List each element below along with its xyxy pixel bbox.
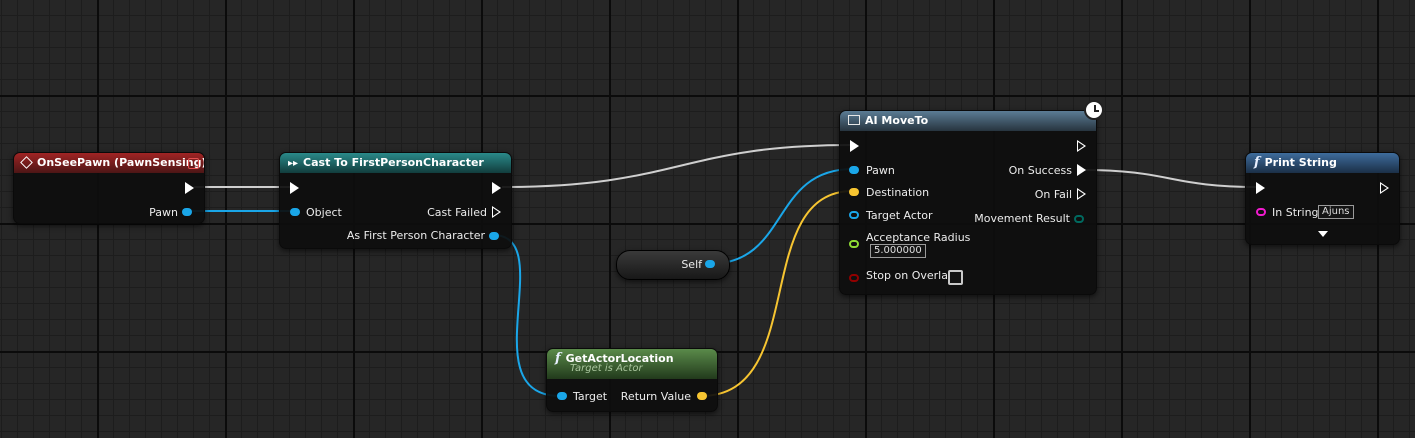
print-string-title: Print String: [1264, 156, 1337, 169]
ai-move-to-title: AI MoveTo: [865, 114, 929, 127]
expand-arrow-icon[interactable]: [1318, 231, 1328, 237]
print-string-node[interactable]: f Print String In String Ajuns: [1245, 152, 1400, 245]
self-label: Self: [681, 258, 702, 271]
ai-move-to-destination-pin[interactable]: [849, 188, 859, 196]
on-see-pawn-exec-out-pin[interactable]: [185, 182, 194, 194]
cast-as-fpc-label: As First Person Character: [346, 229, 485, 242]
on-see-pawn-title: OnSeePawn (PawnSensing): [37, 156, 204, 169]
delegate-pin-icon[interactable]: [188, 158, 199, 169]
cast-to-fpc-node[interactable]: ▸▸ Cast To FirstPersonCharacter Object Ca…: [279, 152, 512, 249]
ai-move-to-exec-in-pin[interactable]: [850, 140, 859, 152]
ai-move-to-exec-out-pin[interactable]: [1077, 140, 1086, 152]
cast-object-pin[interactable]: [290, 208, 300, 216]
ai-move-to-destination-label: Destination: [866, 186, 930, 199]
cast-failed-label: Cast Failed: [427, 206, 487, 219]
ai-move-to-node[interactable]: AI MoveTo Pawn On Success Destination On…: [839, 110, 1097, 295]
ai-move-to-on-success-pin[interactable]: [1077, 164, 1086, 176]
print-string-exec-out-pin[interactable]: [1380, 182, 1389, 194]
self-node[interactable]: Self: [616, 250, 730, 280]
self-output-pin[interactable]: [705, 260, 715, 268]
cast-object-label: Object: [306, 206, 342, 219]
print-string-in-string-label: In String: [1272, 206, 1319, 219]
ai-move-to-on-fail-pin[interactable]: [1077, 188, 1086, 200]
ai-move-to-header[interactable]: AI MoveTo: [840, 111, 1096, 131]
ai-move-to-acceptance-radius-label: Acceptance Radius: [866, 231, 971, 244]
cast-exec-in-pin[interactable]: [290, 182, 299, 194]
ai-move-to-movement-result-label: Movement Result: [974, 212, 1070, 225]
on-see-pawn-node[interactable]: OnSeePawn (PawnSensing) Pawn: [13, 152, 205, 224]
acceptance-radius-input[interactable]: 5.000000: [870, 244, 926, 258]
cast-failed-exec-pin[interactable]: [492, 206, 501, 218]
macro-icon: [848, 115, 860, 125]
get-actor-location-header[interactable]: f GetActorLocation Target is Actor: [547, 349, 717, 379]
print-string-header[interactable]: f Print String: [1246, 153, 1399, 173]
on-see-pawn-pawn-label: Pawn: [149, 206, 178, 219]
cast-as-fpc-pin[interactable]: [489, 232, 499, 240]
ai-move-to-on-success-label: On Success: [1008, 164, 1072, 177]
ai-move-to-pawn-pin[interactable]: [849, 166, 859, 174]
vector-wire-location-to-destination: [700, 190, 854, 397]
stop-on-overlap-checkbox[interactable]: [948, 270, 963, 285]
exec-wire-success-to-print: [1082, 169, 1259, 188]
get-actor-location-subtitle: Target is Actor: [570, 363, 643, 374]
print-string-in-string-pin[interactable]: [1256, 208, 1266, 216]
ai-move-to-target-actor-label: Target Actor: [866, 209, 933, 222]
cast-title: Cast To FirstPersonCharacter: [303, 156, 484, 169]
cast-icon: ▸▸: [288, 158, 299, 169]
ai-move-to-target-actor-pin[interactable]: [849, 211, 859, 219]
ai-move-to-stop-on-overlap-pin[interactable]: [849, 274, 859, 282]
get-actor-location-target-label: Target: [573, 390, 608, 403]
ai-move-to-stop-on-overlap-label: Stop on Overlap: [866, 269, 955, 282]
ai-move-to-acceptance-radius-pin[interactable]: [849, 240, 859, 248]
get-actor-location-node[interactable]: f GetActorLocation Target is Actor Target…: [546, 348, 718, 412]
in-string-input[interactable]: Ajuns: [1318, 205, 1354, 219]
get-actor-location-return-pin[interactable]: [697, 392, 707, 400]
on-see-pawn-pawn-pin[interactable]: [182, 208, 192, 216]
ai-move-to-on-fail-label: On Fail: [1034, 188, 1072, 201]
latent-clock-icon: [1084, 100, 1104, 120]
cast-exec-out-pin[interactable]: [492, 182, 501, 194]
exec-wire-cast-to-moveto: [501, 144, 853, 188]
ai-move-to-pawn-label: Pawn: [866, 164, 895, 177]
print-string-exec-in-pin[interactable]: [1256, 182, 1265, 194]
get-actor-location-target-pin[interactable]: [557, 392, 567, 400]
cast-header[interactable]: ▸▸ Cast To FirstPersonCharacter: [280, 153, 511, 173]
event-icon: [20, 155, 33, 169]
ai-move-to-movement-result-pin[interactable]: [1074, 215, 1084, 223]
object-wire-self-to-pawn: [708, 168, 854, 265]
get-actor-location-return-label: Return Value: [620, 390, 691, 403]
function-icon: f: [1254, 155, 1260, 170]
function-icon: f: [555, 351, 561, 366]
on-see-pawn-header[interactable]: OnSeePawn (PawnSensing): [14, 153, 204, 173]
